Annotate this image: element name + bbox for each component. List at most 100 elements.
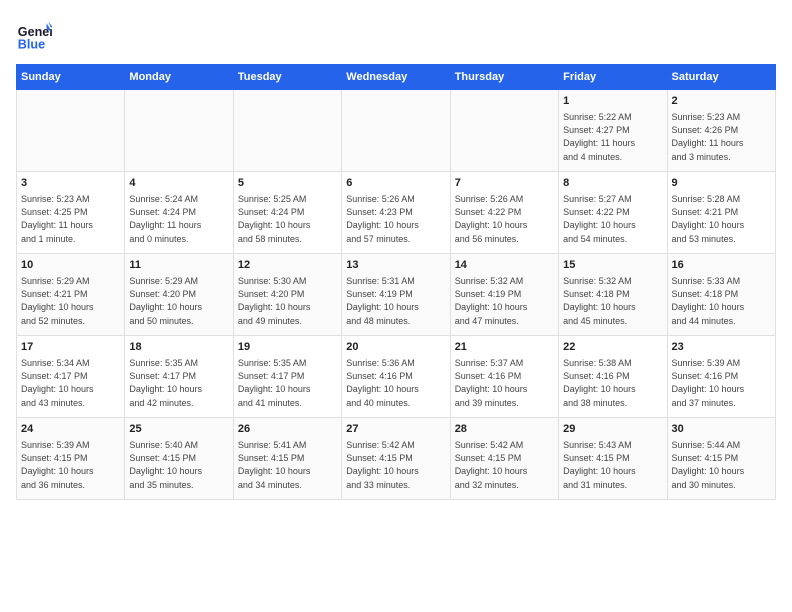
calendar-cell — [17, 90, 125, 172]
day-number: 30 — [672, 422, 771, 437]
calendar-cell: 8 Sunrise: 5:27 AM Sunset: 4:22 PM Daylig… — [559, 172, 667, 254]
day-info: Sunrise: 5:35 AM Sunset: 4:17 PM Dayligh… — [129, 357, 228, 409]
header-day-friday: Friday — [559, 65, 667, 90]
calendar-cell — [342, 90, 450, 172]
day-number: 17 — [21, 340, 120, 355]
calendar-cell: 14Sunrise: 5:32 AM Sunset: 4:19 PM Dayli… — [450, 254, 558, 336]
calendar-table: SundayMondayTuesdayWednesdayThursdayFrid… — [16, 64, 776, 500]
calendar-cell — [450, 90, 558, 172]
day-number: 5 — [238, 176, 337, 191]
day-info: Sunrise: 5:29 AM Sunset: 4:21 PM Dayligh… — [21, 275, 120, 327]
calendar-cell: 11Sunrise: 5:29 AM Sunset: 4:20 PM Dayli… — [125, 254, 233, 336]
day-info: Sunrise: 5:26 AM Sunset: 4:22 PM Dayligh… — [455, 193, 554, 245]
week-row-1: 1Sunrise: 5:22 AM Sunset: 4:27 PM Daylig… — [17, 90, 776, 172]
header-day-monday: Monday — [125, 65, 233, 90]
calendar-cell: 15 Sunrise: 5:32 AM Sunset: 4:18 PM Dayli… — [559, 254, 667, 336]
day-info: Sunrise: 5:42 AM Sunset: 4:15 PM Dayligh… — [455, 439, 554, 491]
calendar-cell: 29 Sunrise: 5:43 AM Sunset: 4:15 PM Dayli… — [559, 418, 667, 500]
day-number: 29 — [563, 422, 662, 437]
calendar-cell: 6 Sunrise: 5:26 AM Sunset: 4:23 PM Daylig… — [342, 172, 450, 254]
header-day-sunday: Sunday — [17, 65, 125, 90]
day-number: 4 — [129, 176, 228, 191]
calendar-cell — [125, 90, 233, 172]
day-info: Sunrise: 5:41 AM Sunset: 4:15 PM Dayligh… — [238, 439, 337, 491]
calendar-cell: 24 Sunrise: 5:39 AM Sunset: 4:15 PM Dayli… — [17, 418, 125, 500]
day-info: Sunrise: 5:36 AM Sunset: 4:16 PM Dayligh… — [346, 357, 445, 409]
day-info: Sunrise: 5:28 AM Sunset: 4:21 PM Dayligh… — [672, 193, 771, 245]
week-row-5: 24 Sunrise: 5:39 AM Sunset: 4:15 PM Dayli… — [17, 418, 776, 500]
calendar-cell: 2 Sunrise: 5:23 AM Sunset: 4:26 PM Daylig… — [667, 90, 775, 172]
day-number: 7 — [455, 176, 554, 191]
day-number: 2 — [672, 94, 771, 109]
calendar-cell: 4 Sunrise: 5:24 AM Sunset: 4:24 PM Daylig… — [125, 172, 233, 254]
week-row-2: 3 Sunrise: 5:23 AM Sunset: 4:25 PM Daylig… — [17, 172, 776, 254]
day-number: 19 — [238, 340, 337, 355]
calendar-cell: 22Sunrise: 5:38 AM Sunset: 4:16 PM Dayli… — [559, 336, 667, 418]
header-day-tuesday: Tuesday — [233, 65, 341, 90]
day-info: Sunrise: 5:42 AM Sunset: 4:15 PM Dayligh… — [346, 439, 445, 491]
calendar-cell: 18 Sunrise: 5:35 AM Sunset: 4:17 PM Dayli… — [125, 336, 233, 418]
day-number: 20 — [346, 340, 445, 355]
calendar-cell: 20 Sunrise: 5:36 AM Sunset: 4:16 PM Dayli… — [342, 336, 450, 418]
day-number: 14 — [455, 258, 554, 273]
day-info: Sunrise: 5:38 AM Sunset: 4:16 PM Dayligh… — [563, 357, 662, 409]
calendar-cell: 27 Sunrise: 5:42 AM Sunset: 4:15 PM Dayli… — [342, 418, 450, 500]
day-number: 18 — [129, 340, 228, 355]
calendar-cell: 28Sunrise: 5:42 AM Sunset: 4:15 PM Dayli… — [450, 418, 558, 500]
day-number: 15 — [563, 258, 662, 273]
calendar-cell — [233, 90, 341, 172]
day-number: 8 — [563, 176, 662, 191]
calendar-cell: 30 Sunrise: 5:44 AM Sunset: 4:15 PM Dayli… — [667, 418, 775, 500]
calendar-cell: 17 Sunrise: 5:34 AM Sunset: 4:17 PM Dayli… — [17, 336, 125, 418]
day-number: 9 — [672, 176, 771, 191]
day-number: 23 — [672, 340, 771, 355]
day-number: 16 — [672, 258, 771, 273]
logo-icon: General Blue — [16, 16, 52, 52]
day-info: Sunrise: 5:25 AM Sunset: 4:24 PM Dayligh… — [238, 193, 337, 245]
calendar-cell: 7 Sunrise: 5:26 AM Sunset: 4:22 PM Daylig… — [450, 172, 558, 254]
calendar-cell: 12 Sunrise: 5:30 AM Sunset: 4:20 PM Dayli… — [233, 254, 341, 336]
day-info: Sunrise: 5:39 AM Sunset: 4:16 PM Dayligh… — [672, 357, 771, 409]
day-info: Sunrise: 5:23 AM Sunset: 4:25 PM Dayligh… — [21, 193, 120, 245]
calendar-cell: 13Sunrise: 5:31 AM Sunset: 4:19 PM Dayli… — [342, 254, 450, 336]
day-number: 25 — [129, 422, 228, 437]
header-day-wednesday: Wednesday — [342, 65, 450, 90]
day-number: 24 — [21, 422, 120, 437]
calendar-cell: 3 Sunrise: 5:23 AM Sunset: 4:25 PM Daylig… — [17, 172, 125, 254]
day-number: 12 — [238, 258, 337, 273]
day-info: Sunrise: 5:43 AM Sunset: 4:15 PM Dayligh… — [563, 439, 662, 491]
header-day-saturday: Saturday — [667, 65, 775, 90]
calendar-cell: 25 Sunrise: 5:40 AM Sunset: 4:15 PM Dayli… — [125, 418, 233, 500]
calendar-cell: 16Sunrise: 5:33 AM Sunset: 4:18 PM Dayli… — [667, 254, 775, 336]
calendar-cell: 26 Sunrise: 5:41 AM Sunset: 4:15 PM Dayli… — [233, 418, 341, 500]
day-number: 13 — [346, 258, 445, 273]
day-number: 27 — [346, 422, 445, 437]
day-info: Sunrise: 5:32 AM Sunset: 4:18 PM Dayligh… — [563, 275, 662, 327]
week-row-3: 10Sunrise: 5:29 AM Sunset: 4:21 PM Dayli… — [17, 254, 776, 336]
day-info: Sunrise: 5:26 AM Sunset: 4:23 PM Dayligh… — [346, 193, 445, 245]
day-number: 3 — [21, 176, 120, 191]
day-number: 21 — [455, 340, 554, 355]
calendar-header-row: SundayMondayTuesdayWednesdayThursdayFrid… — [17, 65, 776, 90]
day-info: Sunrise: 5:39 AM Sunset: 4:15 PM Dayligh… — [21, 439, 120, 491]
header: General Blue — [16, 16, 776, 52]
calendar-cell: 10Sunrise: 5:29 AM Sunset: 4:21 PM Dayli… — [17, 254, 125, 336]
day-number: 26 — [238, 422, 337, 437]
day-number: 11 — [129, 258, 228, 273]
calendar-cell: 9 Sunrise: 5:28 AM Sunset: 4:21 PM Daylig… — [667, 172, 775, 254]
day-info: Sunrise: 5:44 AM Sunset: 4:15 PM Dayligh… — [672, 439, 771, 491]
day-info: Sunrise: 5:22 AM Sunset: 4:27 PM Dayligh… — [563, 111, 662, 163]
day-info: Sunrise: 5:24 AM Sunset: 4:24 PM Dayligh… — [129, 193, 228, 245]
day-number: 6 — [346, 176, 445, 191]
day-info: Sunrise: 5:23 AM Sunset: 4:26 PM Dayligh… — [672, 111, 771, 163]
day-info: Sunrise: 5:27 AM Sunset: 4:22 PM Dayligh… — [563, 193, 662, 245]
day-info: Sunrise: 5:40 AM Sunset: 4:15 PM Dayligh… — [129, 439, 228, 491]
calendar-cell: 21Sunrise: 5:37 AM Sunset: 4:16 PM Dayli… — [450, 336, 558, 418]
header-day-thursday: Thursday — [450, 65, 558, 90]
logo: General Blue — [16, 16, 56, 52]
week-row-4: 17 Sunrise: 5:34 AM Sunset: 4:17 PM Dayli… — [17, 336, 776, 418]
calendar-cell: 1Sunrise: 5:22 AM Sunset: 4:27 PM Daylig… — [559, 90, 667, 172]
calendar-cell: 5 Sunrise: 5:25 AM Sunset: 4:24 PM Daylig… — [233, 172, 341, 254]
day-info: Sunrise: 5:34 AM Sunset: 4:17 PM Dayligh… — [21, 357, 120, 409]
day-info: Sunrise: 5:30 AM Sunset: 4:20 PM Dayligh… — [238, 275, 337, 327]
